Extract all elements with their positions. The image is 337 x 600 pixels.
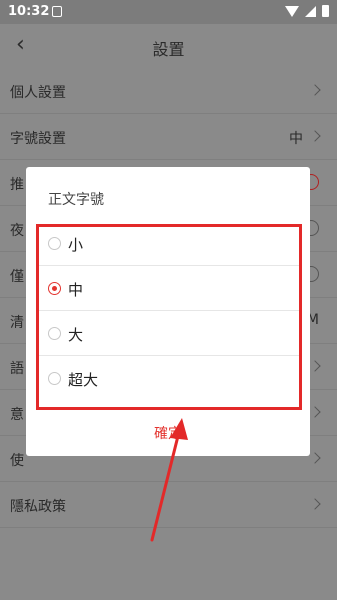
annotation-arrow-icon xyxy=(150,418,188,542)
